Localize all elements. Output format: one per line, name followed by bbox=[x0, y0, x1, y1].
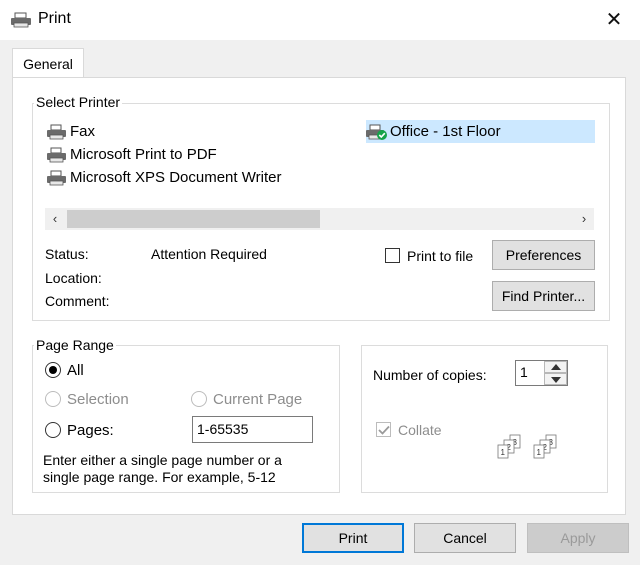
scroll-left-button[interactable]: ‹ bbox=[45, 208, 65, 230]
printer-item-print-to-pdf[interactable]: Microsoft Print to PDF bbox=[46, 143, 217, 166]
title-bar bbox=[0, 0, 640, 40]
print-to-file-checkbox[interactable] bbox=[385, 248, 400, 263]
pages-radio[interactable] bbox=[45, 422, 61, 438]
printer-icon bbox=[47, 147, 66, 162]
printer-item-xps-writer[interactable]: Microsoft XPS Document Writer bbox=[46, 166, 281, 189]
comment-label: Comment: bbox=[45, 293, 110, 309]
printer-name: Office - 1st Floor bbox=[390, 123, 501, 140]
printer-name: Fax bbox=[70, 123, 96, 140]
copies-increment-button[interactable] bbox=[544, 361, 567, 373]
close-button[interactable]: ✕ bbox=[596, 4, 632, 36]
chevron-left-icon: ‹ bbox=[52, 211, 58, 226]
printer-icon bbox=[47, 170, 66, 185]
window-title: Print bbox=[38, 10, 71, 27]
page-range-help-line2: single page range. For example, 5-12 bbox=[43, 469, 276, 485]
close-icon: ✕ bbox=[605, 9, 623, 31]
preferences-button[interactable]: Preferences bbox=[492, 240, 595, 270]
all-label: All bbox=[67, 362, 84, 379]
apply-button[interactable]: Apply bbox=[527, 523, 629, 553]
number-of-copies-label: Number of copies: bbox=[373, 367, 487, 383]
collate-checkbox[interactable] bbox=[376, 422, 391, 437]
printer-icon bbox=[11, 12, 31, 28]
print-to-file-label: Print to file bbox=[407, 248, 474, 264]
chevron-right-icon: › bbox=[581, 211, 587, 226]
printer-name: Microsoft XPS Document Writer bbox=[70, 169, 282, 186]
selection-label: Selection bbox=[67, 391, 129, 408]
caret-up-icon bbox=[551, 364, 561, 370]
radio-selected-dot bbox=[49, 366, 57, 374]
print-button[interactable]: Print bbox=[302, 523, 404, 553]
copies-input[interactable]: 1 bbox=[520, 364, 528, 380]
svg-text:1: 1 bbox=[537, 448, 542, 457]
find-printer-button[interactable]: Find Printer... bbox=[492, 281, 595, 311]
printer-item-office-1st-floor[interactable]: Office - 1st Floor bbox=[366, 120, 595, 143]
copies-decrement-button[interactable] bbox=[544, 373, 567, 385]
selection-radio[interactable] bbox=[45, 391, 61, 407]
fax-icon bbox=[47, 124, 66, 139]
pages-label: Pages: bbox=[67, 422, 114, 439]
scrollbar-thumb[interactable] bbox=[67, 210, 320, 228]
location-label: Location: bbox=[45, 270, 102, 286]
svg-text:1: 1 bbox=[501, 448, 506, 457]
status-value: Attention Required bbox=[151, 246, 267, 262]
tab-general[interactable]: General bbox=[12, 48, 84, 78]
current-page-radio[interactable] bbox=[191, 391, 207, 407]
status-label: Status: bbox=[45, 246, 89, 262]
page-range-title: Page Range bbox=[34, 337, 116, 353]
cancel-button[interactable]: Cancel bbox=[414, 523, 516, 553]
default-printer-icon bbox=[366, 124, 387, 140]
caret-down-icon bbox=[551, 377, 561, 383]
current-page-label: Current Page bbox=[213, 391, 303, 408]
printer-list-scrollbar[interactable]: ‹ › bbox=[45, 208, 594, 230]
page-range-help-line1: Enter either a single page number or a bbox=[43, 452, 282, 468]
printer-name: Microsoft Print to PDF bbox=[70, 146, 217, 163]
scroll-right-button[interactable]: › bbox=[574, 208, 594, 230]
collate-label: Collate bbox=[398, 422, 442, 438]
pages-input[interactable]: 1-65535 bbox=[192, 416, 313, 443]
all-radio[interactable] bbox=[45, 362, 61, 378]
printer-item-fax[interactable]: Fax bbox=[46, 120, 95, 143]
select-printer-title: Select Printer bbox=[34, 94, 123, 110]
check-icon bbox=[378, 425, 390, 435]
collate-illustration-icon: 3 2 1 3 2 1 bbox=[497, 434, 557, 459]
